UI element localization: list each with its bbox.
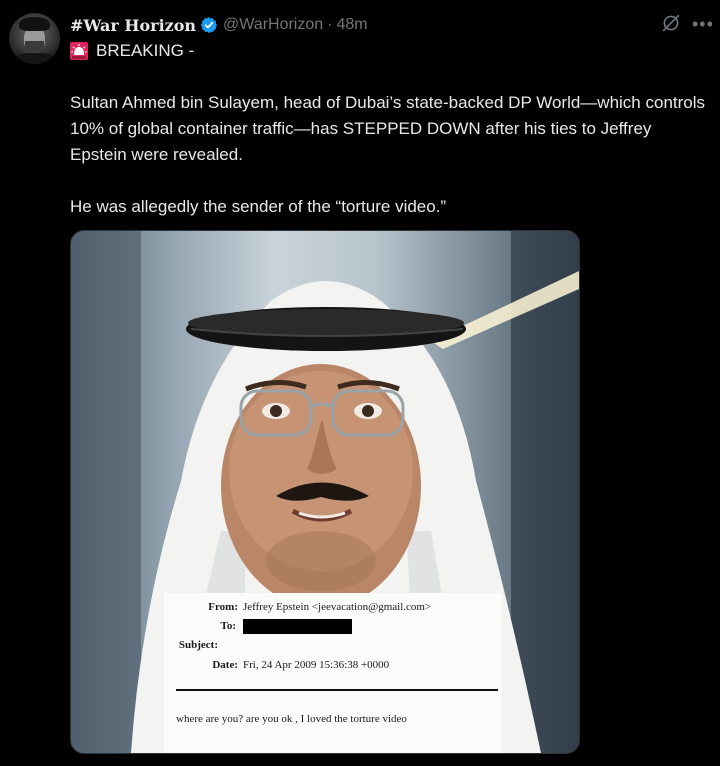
email-date-value: Fri, 24 Apr 2009 15:36:38 +0000 <box>243 659 390 671</box>
more-icon[interactable]: ••• <box>692 14 714 34</box>
email-subject-row: Subject: <box>164 639 218 651</box>
post-image[interactable]: From: Jeffrey Epstein <jeevacation@gmail… <box>70 230 580 754</box>
breaking-label: BREAKING - <box>96 41 195 60</box>
email-to-row: To: <box>164 619 352 634</box>
email-to-label: To: <box>220 620 237 632</box>
avatar-beard <box>25 41 44 53</box>
redaction-bar <box>243 619 352 634</box>
email-screenshot: From: Jeffrey Epstein <jeevacation@gmail… <box>164 593 502 753</box>
display-name[interactable]: #War Horizon <box>70 16 196 35</box>
breaking-line: BREAKING - <box>70 41 194 61</box>
post-paragraph-2: He was allegedly the sender of the “tort… <box>70 197 447 216</box>
grok-icon[interactable] <box>660 12 682 34</box>
avatar-shirt <box>11 53 58 64</box>
timestamp[interactable]: 48m <box>336 16 367 34</box>
avatar[interactable] <box>9 13 60 64</box>
handle[interactable]: @WarHorizon <box>223 16 323 34</box>
post-header: #War Horizon @WarHorizon · 48m <box>70 14 368 36</box>
email-from-value: Jeffrey Epstein <jeevacation@gmail.com> <box>243 601 432 613</box>
post-paragraph-1: Sultan Ahmed bin Sulayem, head of Dubai’… <box>70 93 706 164</box>
email-date-row: Date: Fri, 24 Apr 2009 15:36:38 +0000 <box>164 659 389 671</box>
email-body: where are you? are you ok , I loved the … <box>176 713 407 725</box>
post-text: Sultan Ahmed bin Sulayem, head of Dubai’… <box>70 90 710 220</box>
rotating-light-emoji-icon <box>70 42 88 60</box>
avatar-hair <box>19 17 50 31</box>
separator-dot: · <box>327 16 333 33</box>
email-from-label: From: <box>208 601 238 613</box>
email-divider <box>176 689 498 691</box>
email-date-label: Date: <box>212 659 238 671</box>
email-subject-label: Subject: <box>178 639 218 651</box>
email-from-row: From: Jeffrey Epstein <jeevacation@gmail… <box>164 601 431 613</box>
verified-badge-icon <box>200 17 218 34</box>
